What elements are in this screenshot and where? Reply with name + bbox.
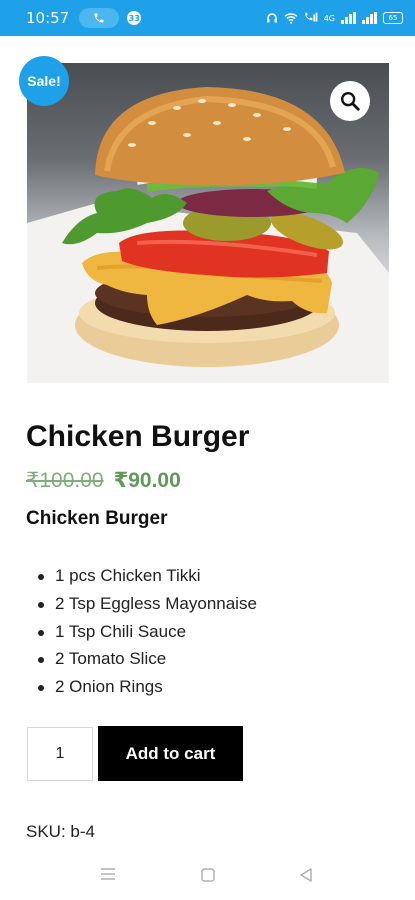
list-item: 1 pcs Chicken Tikki xyxy=(38,562,257,590)
notification-count-badge: 33 xyxy=(127,11,142,25)
signal-strength-icon-2 xyxy=(362,12,377,24)
status-bar: 10:57 33 4G 65 xyxy=(0,0,415,36)
navigation-bar xyxy=(0,855,415,900)
headset-icon xyxy=(266,13,277,23)
list-item: 2 Tomato Slice xyxy=(38,645,257,673)
network-type-label: 4G xyxy=(323,13,335,23)
menu-icon xyxy=(101,868,115,880)
original-price: ₹100.00 xyxy=(26,469,104,492)
sku-label: SKU: b-4 xyxy=(26,822,95,841)
phone-icon xyxy=(94,13,104,23)
add-to-cart-button[interactable]: Add to cart xyxy=(98,726,243,781)
list-item: 2 Onion Rings xyxy=(38,673,257,701)
battery-indicator: 65 xyxy=(383,12,403,24)
price-row: ₹100.00 ₹90.00 xyxy=(26,468,181,493)
nav-menu-button[interactable] xyxy=(100,867,116,881)
description-heading: Chicken Burger xyxy=(26,508,168,529)
list-item: 2 Tsp Eggless Mayonnaise xyxy=(38,590,257,618)
wifi-icon xyxy=(284,13,298,24)
quantity-input[interactable] xyxy=(27,727,93,781)
nav-home-button[interactable] xyxy=(200,867,216,883)
home-icon xyxy=(201,868,215,882)
magnifier-icon xyxy=(341,92,360,111)
zoom-button[interactable] xyxy=(330,81,370,121)
back-icon xyxy=(300,868,312,882)
product-title: Chicken Burger xyxy=(26,420,250,453)
wifi-calling-icon xyxy=(304,12,318,22)
ingredients-list: 1 pcs Chicken Tikki 2 Tsp Eggless Mayonn… xyxy=(38,562,257,701)
status-time: 10:57 xyxy=(26,9,70,27)
nav-back-button[interactable] xyxy=(298,867,314,883)
sale-badge: Sale! xyxy=(19,56,69,106)
list-item: 1 Tsp Chili Sauce xyxy=(38,618,257,646)
ongoing-call-indicator[interactable] xyxy=(79,8,120,28)
signal-strength-icon-1 xyxy=(341,12,356,24)
sale-price: ₹90.00 xyxy=(113,469,181,492)
status-indicators: 4G 65 xyxy=(266,12,403,24)
